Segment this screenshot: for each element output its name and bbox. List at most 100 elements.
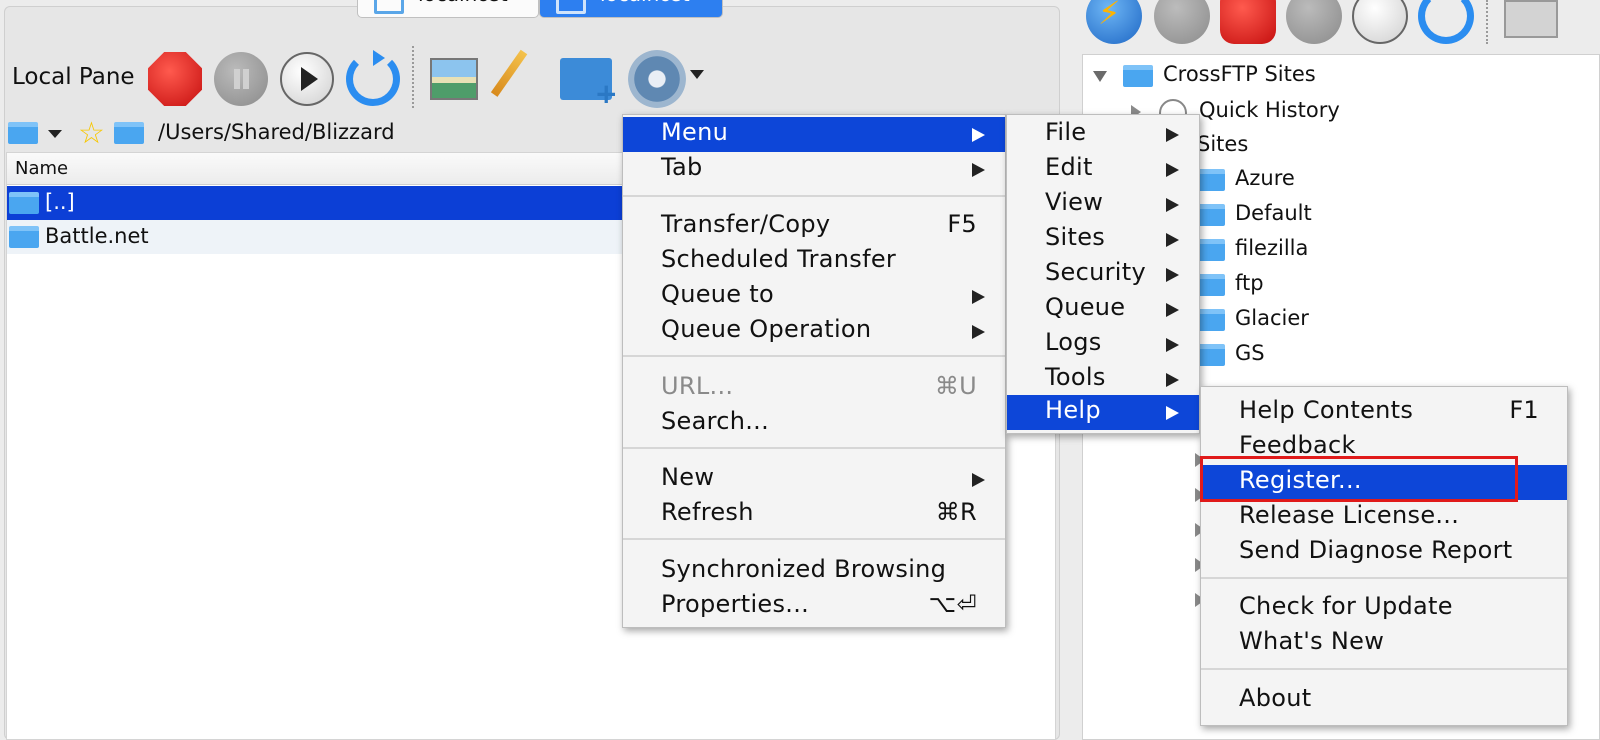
menu-item-label: Search... — [661, 407, 770, 435]
star-icon[interactable]: ☆ — [78, 116, 105, 151]
chevron-down-icon[interactable] — [690, 70, 704, 79]
menu-item-tab[interactable]: Tab — [623, 152, 1005, 187]
menu-item-label: Scheduled Transfer — [661, 245, 897, 273]
submenu-arrow-icon — [1166, 163, 1179, 177]
menu-item-check-for-update[interactable]: Check for Update — [1201, 591, 1567, 626]
menu-item-label: Logs — [1045, 328, 1102, 356]
menu-item-label: Help Contents — [1239, 396, 1414, 424]
submenu-arrow-icon — [972, 325, 985, 339]
menu-item-label: URL... — [661, 372, 734, 400]
menu-item-help[interactable]: Help — [1007, 395, 1199, 430]
file-row[interactable]: Battle.net — [7, 220, 627, 254]
pause-icon[interactable] — [214, 52, 268, 106]
menu-item-security[interactable]: Security — [1007, 257, 1199, 292]
menu-item-label: Check for Update — [1239, 592, 1453, 620]
chevron-down-icon[interactable] — [48, 130, 62, 138]
menu-item-queue-operation[interactable]: Queue Operation — [623, 314, 1005, 349]
folder-icon[interactable] — [8, 122, 38, 144]
disconnect-icon[interactable] — [1154, 0, 1210, 44]
submenu-arrow-icon — [1166, 303, 1179, 317]
menu-item-shortcut: F1 — [1509, 396, 1539, 424]
menu-item-about[interactable]: About — [1201, 683, 1567, 718]
menu-item-queue[interactable]: Queue — [1007, 292, 1199, 327]
menu-item-shortcut: F5 — [947, 210, 977, 238]
menu-item-tools[interactable]: Tools — [1007, 362, 1199, 397]
menu-item-file[interactable]: File — [1007, 117, 1199, 152]
image-viewer-icon[interactable] — [430, 58, 478, 100]
tree-item-label: Sites — [1197, 132, 1249, 156]
menu-item-new[interactable]: New — [623, 462, 1005, 497]
play-icon[interactable] — [1352, 0, 1408, 44]
menu-item-sites[interactable]: Sites — [1007, 222, 1199, 257]
tab-localhost-1[interactable]: localhost — [357, 0, 539, 18]
refresh-icon[interactable] — [1418, 0, 1474, 44]
menu-item-queue-to[interactable]: Queue to — [623, 279, 1005, 314]
menu-separator — [623, 195, 1005, 197]
play-icon[interactable] — [280, 52, 334, 106]
menu-item-search[interactable]: Search... — [623, 406, 1005, 441]
refresh-icon[interactable] — [346, 50, 400, 106]
toolbar-separator — [412, 46, 414, 108]
menu-item-synchronized-browsing[interactable]: Synchronized Browsing — [623, 554, 1005, 589]
menu-item-scheduled-transfer[interactable]: Scheduled Transfer — [623, 244, 1005, 279]
menu-item-label: Tools — [1045, 363, 1106, 391]
pencil-icon[interactable] — [498, 52, 546, 108]
menu-separator — [1201, 577, 1567, 579]
menu-item-label: Help — [1045, 396, 1101, 424]
file-name: Battle.net — [45, 224, 149, 248]
folder-icon — [9, 226, 39, 248]
site-manager-icon[interactable] — [1504, 0, 1558, 38]
gear-icon[interactable] — [628, 50, 686, 108]
menu-item-label: What's New — [1239, 627, 1385, 655]
submenu-arrow-icon — [972, 128, 985, 142]
menu-item-label: Sites — [1045, 223, 1106, 251]
submenu-arrow-icon — [1166, 338, 1179, 352]
tab-localhost-2[interactable]: localhost — [539, 0, 723, 18]
local-toolbar: Local Pane — [0, 44, 1060, 114]
submenu-arrow-icon — [1166, 198, 1179, 212]
lightning-icon[interactable] — [1086, 0, 1142, 44]
tree-item-label: filezilla — [1235, 236, 1309, 260]
file-row[interactable]: [..] — [7, 186, 627, 220]
menu-item-properties[interactable]: Properties... ⌥⏎ — [623, 589, 1005, 624]
menu-separator — [1201, 668, 1567, 670]
menu-item-whats-new[interactable]: What's New — [1201, 626, 1567, 661]
submenu-arrow-icon — [1166, 128, 1179, 142]
menu-item-send-diagnose-report[interactable]: Send Diagnose Report — [1201, 535, 1567, 570]
menu-item-refresh[interactable]: Refresh ⌘R — [623, 497, 1005, 532]
tree-item-label: GS — [1235, 341, 1265, 365]
file-name: [..] — [45, 190, 75, 214]
path-field[interactable]: /Users/Shared/Blizzard — [158, 120, 395, 144]
menu-item-logs[interactable]: Logs — [1007, 327, 1199, 362]
tree-item-label: CrossFTP Sites — [1163, 62, 1316, 86]
menu-item-label: New — [661, 463, 715, 491]
submenu-arrow-icon — [972, 473, 985, 487]
menu-separator — [623, 538, 1005, 540]
tree-item-label: Quick History — [1199, 98, 1340, 122]
submenu-arrow-icon — [1166, 373, 1179, 387]
menu-item-view[interactable]: View — [1007, 187, 1199, 222]
menu-item-label: Feedback — [1239, 431, 1356, 459]
stop-icon[interactable] — [148, 52, 202, 106]
menu-item-label: Menu — [661, 118, 729, 146]
menu-item-edit[interactable]: Edit — [1007, 152, 1199, 187]
menu-item-label: Refresh — [661, 498, 754, 526]
help-submenu: Help Contents F1 Feedback Register... Re… — [1200, 386, 1568, 726]
menu-item-label: Send Diagnose Report — [1239, 536, 1513, 564]
pause-icon[interactable] — [1286, 0, 1342, 44]
tree-item-label: Azure — [1235, 166, 1295, 190]
menu-item-transfer-copy[interactable]: Transfer/Copy F5 — [623, 209, 1005, 244]
menu-item-menu[interactable]: Menu — [623, 117, 1005, 152]
local-pane-label: Local Pane — [12, 64, 135, 90]
new-folder-icon[interactable] — [560, 58, 618, 110]
submenu-arrow-icon — [972, 163, 985, 177]
menu-item-label: Security — [1045, 258, 1146, 286]
menu-item-release-license[interactable]: Release License... — [1201, 500, 1567, 535]
folder-icon — [9, 192, 39, 214]
folder-icon — [114, 122, 144, 144]
stop-icon[interactable] — [1220, 0, 1276, 44]
menu-item-label: File — [1045, 118, 1087, 146]
menu-item-label: Synchronized Browsing — [661, 555, 947, 583]
expand-toggle-icon[interactable] — [1093, 71, 1107, 82]
menu-item-help-contents[interactable]: Help Contents F1 — [1201, 395, 1567, 430]
